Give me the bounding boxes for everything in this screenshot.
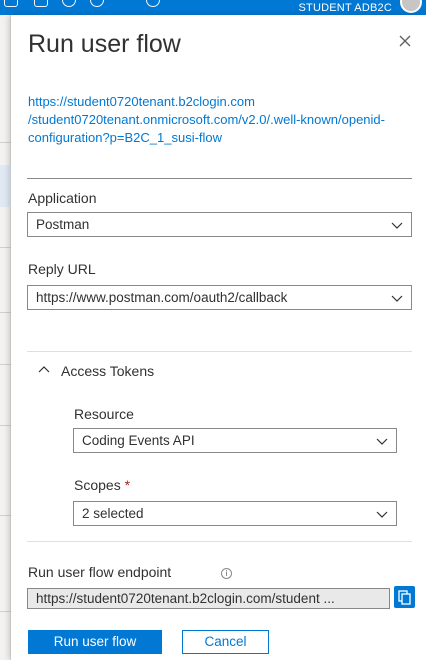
selected-row-highlight — [0, 165, 11, 207]
required-marker: * — [124, 477, 131, 493]
application-value: Postman — [36, 217, 90, 232]
chevron-down-icon — [376, 436, 388, 446]
info-icon[interactable]: i — [221, 568, 232, 579]
divider — [0, 142, 11, 143]
copy-button[interactable] — [394, 586, 415, 608]
terminal-icon[interactable] — [4, 0, 18, 7]
chevron-down-icon — [391, 293, 403, 303]
reply-url-value: https://www.postman.com/oauth2/callback — [36, 290, 288, 305]
divider — [0, 247, 11, 248]
chevron-up-icon — [38, 365, 50, 375]
portal-top-bar: STUDENT ADB2C — [0, 0, 426, 15]
close-icon — [399, 35, 411, 47]
divider — [27, 178, 412, 179]
notification-icon[interactable] — [62, 0, 76, 7]
smiley-icon[interactable] — [146, 0, 160, 7]
cancel-button[interactable]: Cancel — [182, 630, 269, 654]
panel-title: Run user flow — [28, 30, 181, 58]
divider — [0, 425, 11, 426]
endpoint-label: Run user flow endpoint — [28, 564, 172, 580]
openid-configuration-link[interactable]: https://student0720tenant.b2clogin.com /… — [28, 93, 398, 147]
access-tokens-label: Access Tokens — [61, 363, 155, 379]
background-page-strip — [0, 15, 11, 660]
divider — [0, 312, 11, 313]
access-tokens-toggle[interactable]: Access Tokens — [38, 363, 218, 385]
help-icon[interactable] — [118, 0, 132, 14]
resource-dropdown[interactable]: Coding Events API — [73, 428, 397, 453]
resource-value: Coding Events API — [82, 433, 195, 448]
scopes-dropdown[interactable]: 2 selected — [73, 501, 397, 526]
divider — [0, 364, 11, 365]
reply-url-label: Reply URL — [28, 261, 96, 277]
chevron-down-icon — [391, 220, 403, 230]
scopes-value: 2 selected — [82, 506, 144, 521]
application-label: Application — [28, 190, 97, 206]
avatar[interactable] — [400, 0, 422, 13]
scopes-label: Scopes * — [74, 477, 130, 493]
divider — [27, 351, 412, 352]
scopes-label-text: Scopes — [74, 477, 121, 493]
copy-icon — [398, 590, 411, 605]
endpoint-field[interactable]: https://student0720tenant.b2clogin.com/s… — [27, 588, 390, 609]
run-user-flow-button[interactable]: Run user flow — [28, 630, 162, 654]
close-button[interactable] — [396, 32, 414, 50]
divider — [0, 515, 11, 516]
divider — [0, 611, 11, 612]
reply-url-dropdown[interactable]: https://www.postman.com/oauth2/callback — [27, 285, 412, 310]
application-dropdown[interactable]: Postman — [27, 212, 412, 237]
account-name[interactable]: STUDENT ADB2C — [299, 2, 392, 14]
divider — [27, 541, 412, 542]
feedback-icon[interactable] — [34, 0, 48, 7]
resource-label: Resource — [74, 406, 134, 422]
run-user-flow-panel: Run user flow https://student0720tenant.… — [11, 15, 426, 660]
chevron-down-icon — [376, 509, 388, 519]
settings-icon[interactable] — [90, 0, 104, 7]
